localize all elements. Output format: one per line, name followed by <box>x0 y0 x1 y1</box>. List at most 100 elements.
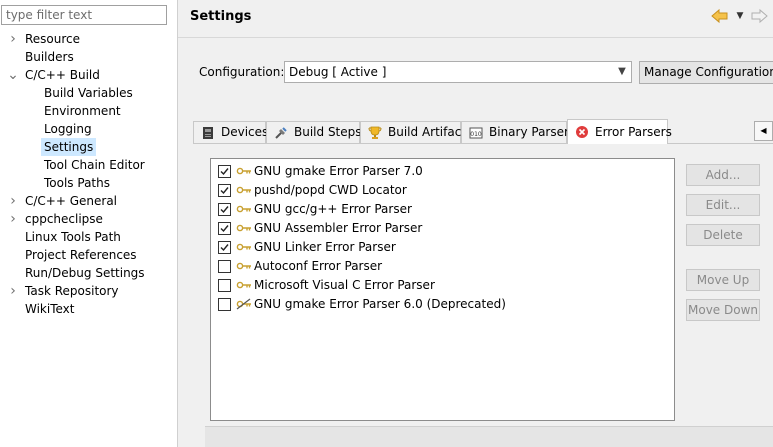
tree-item-label: WikiText <box>25 302 75 316</box>
tree-item[interactable]: › Task Repository <box>0 282 177 300</box>
tab-build-artifact[interactable]: Build Artifact <box>360 121 466 143</box>
bottom-strip <box>205 426 773 447</box>
view-menu-icon[interactable]: ▼ <box>734 9 746 23</box>
property-tree-pane: › Resource Builders ⌄ C/C++ Build Build Varia… <box>0 0 178 447</box>
error-parser-list: GNU gmake Error Parser 7.0 pushd/popd CWD… <box>210 158 675 421</box>
filter-input[interactable] <box>1 5 167 25</box>
header-divider <box>178 37 773 38</box>
checkbox-unchecked[interactable] <box>218 260 231 273</box>
tree-item-label: Project References <box>25 248 137 262</box>
build-steps-icon <box>275 127 287 139</box>
binary-icon: 010 <box>469 127 483 139</box>
tree-item[interactable]: Tools Paths <box>0 174 177 192</box>
tree-item-label: Run/Debug Settings <box>25 266 145 280</box>
key-icon <box>236 222 252 234</box>
chevron-right-icon[interactable]: › <box>7 192 19 210</box>
chevron-right-icon[interactable]: › <box>7 210 19 228</box>
tree-item[interactable]: › C/C++ General <box>0 192 177 210</box>
configuration-select[interactable]: Debug [ Active ] ▼ <box>284 61 632 83</box>
tree-item[interactable]: › Resource <box>0 30 177 48</box>
tree-item-label: Settings <box>41 138 97 156</box>
chevron-down-icon: ▼ <box>618 66 626 77</box>
property-tree: › Resource Builders ⌄ C/C++ Build Build Varia… <box>0 30 177 318</box>
settings-tabs: Devices Build Steps Build Artifact 010 B… <box>193 119 773 144</box>
tree-item-label: Task Repository <box>25 284 119 298</box>
key-icon <box>236 279 252 291</box>
chevron-right-icon[interactable]: › <box>7 30 19 48</box>
parser-label: Autoconf Error Parser <box>254 259 383 273</box>
tree-item[interactable]: ⌄ C/C++ Build <box>0 66 177 84</box>
list-item[interactable]: GNU gmake Error Parser 7.0 <box>211 161 674 180</box>
forward-arrow-icon[interactable] <box>750 8 768 24</box>
tree-item[interactable]: Project References <box>0 246 177 264</box>
configuration-label: Configuration: <box>199 65 285 79</box>
list-item[interactable]: Autoconf Error Parser <box>211 256 674 275</box>
checkbox-checked[interactable] <box>218 184 231 197</box>
checkbox-checked[interactable] <box>218 241 231 254</box>
tree-item-label: Tool Chain Editor <box>44 158 145 172</box>
tree-item[interactable]: Run/Debug Settings <box>0 264 177 282</box>
tree-item[interactable]: Tool Chain Editor <box>0 156 177 174</box>
tree-item-label: Resource <box>25 32 81 46</box>
list-item[interactable]: pushd/popd CWD Locator <box>211 180 674 199</box>
trophy-icon <box>368 126 382 139</box>
tab-label: Binary Parsers <box>489 125 576 139</box>
list-item[interactable]: GNU Assembler Error Parser <box>211 218 674 237</box>
error-icon <box>576 126 588 138</box>
chevron-right-icon[interactable]: › <box>7 282 19 300</box>
checkbox-checked[interactable] <box>218 203 231 216</box>
tab-label: Build Steps <box>294 125 362 139</box>
checkbox-unchecked[interactable] <box>218 298 231 311</box>
list-item[interactable]: GNU Linker Error Parser <box>211 237 674 256</box>
tree-item-label: Environment <box>44 104 121 118</box>
tree-item-label: cppcheclipse <box>25 212 103 226</box>
tree-item[interactable]: Build Variables <box>0 84 177 102</box>
tree-item-label: Build Variables <box>44 86 133 100</box>
list-item[interactable]: GNU gmake Error Parser 6.0 (Deprecated) <box>211 294 674 313</box>
tree-item[interactable]: WikiText <box>0 300 177 318</box>
delete-button[interactable]: Delete <box>686 224 760 246</box>
settings-window: › Resource Builders ⌄ C/C++ Build Build Varia… <box>0 0 773 447</box>
tab-build-steps[interactable]: Build Steps <box>266 121 362 143</box>
chevron-down-icon[interactable]: ⌄ <box>7 66 19 84</box>
checkbox-unchecked[interactable] <box>218 279 231 292</box>
tab-label: Error Parsers <box>595 125 672 139</box>
devices-icon <box>203 127 213 139</box>
tree-item-label: Logging <box>44 122 92 136</box>
back-arrow-icon[interactable] <box>711 8 729 24</box>
edit-button[interactable]: Edit... <box>686 194 760 216</box>
tree-item-label: Builders <box>25 50 74 64</box>
checkbox-checked[interactable] <box>218 222 231 235</box>
tree-item-label: C/C++ General <box>25 194 118 208</box>
parser-label: Microsoft Visual C Error Parser <box>254 278 435 292</box>
parser-label: pushd/popd CWD Locator <box>254 183 407 197</box>
tree-item[interactable]: Logging <box>0 120 177 138</box>
tree-item[interactable]: Linux Tools Path <box>0 228 177 246</box>
tree-item[interactable]: Builders <box>0 48 177 66</box>
page-title: Settings <box>190 9 252 24</box>
key-icon <box>236 184 252 196</box>
tree-item[interactable]: Settings <box>0 138 177 156</box>
checkbox-checked[interactable] <box>218 165 231 178</box>
manage-configurations-button[interactable]: Manage Configurations... <box>639 61 773 84</box>
tab-devices[interactable]: Devices <box>193 121 269 143</box>
deprecated-key-icon <box>236 298 252 310</box>
parser-label: GNU Linker Error Parser <box>254 240 396 254</box>
key-icon <box>236 203 252 215</box>
key-icon <box>236 241 252 253</box>
tree-item[interactable]: Environment <box>0 102 177 120</box>
move-down-button[interactable]: Move Down <box>686 299 760 321</box>
scroll-left-icon[interactable]: ◀ <box>754 121 773 141</box>
parser-label: GNU Assembler Error Parser <box>254 221 423 235</box>
tree-item-label: Tools Paths <box>44 176 110 190</box>
list-item[interactable]: Microsoft Visual C Error Parser <box>211 275 674 294</box>
tab-label: Devices <box>221 125 269 139</box>
tree-item[interactable]: › cppcheclipse <box>0 210 177 228</box>
move-up-button[interactable]: Move Up <box>686 269 760 291</box>
tree-item-label: C/C++ Build <box>25 68 100 82</box>
add-button[interactable]: Add... <box>686 164 760 186</box>
tab-error-parsers[interactable]: Error Parsers <box>567 119 672 144</box>
tab-binary-parsers[interactable]: 010 Binary Parsers <box>461 121 575 143</box>
tree-item-label: Linux Tools Path <box>25 230 121 244</box>
list-item[interactable]: GNU gcc/g++ Error Parser <box>211 199 674 218</box>
